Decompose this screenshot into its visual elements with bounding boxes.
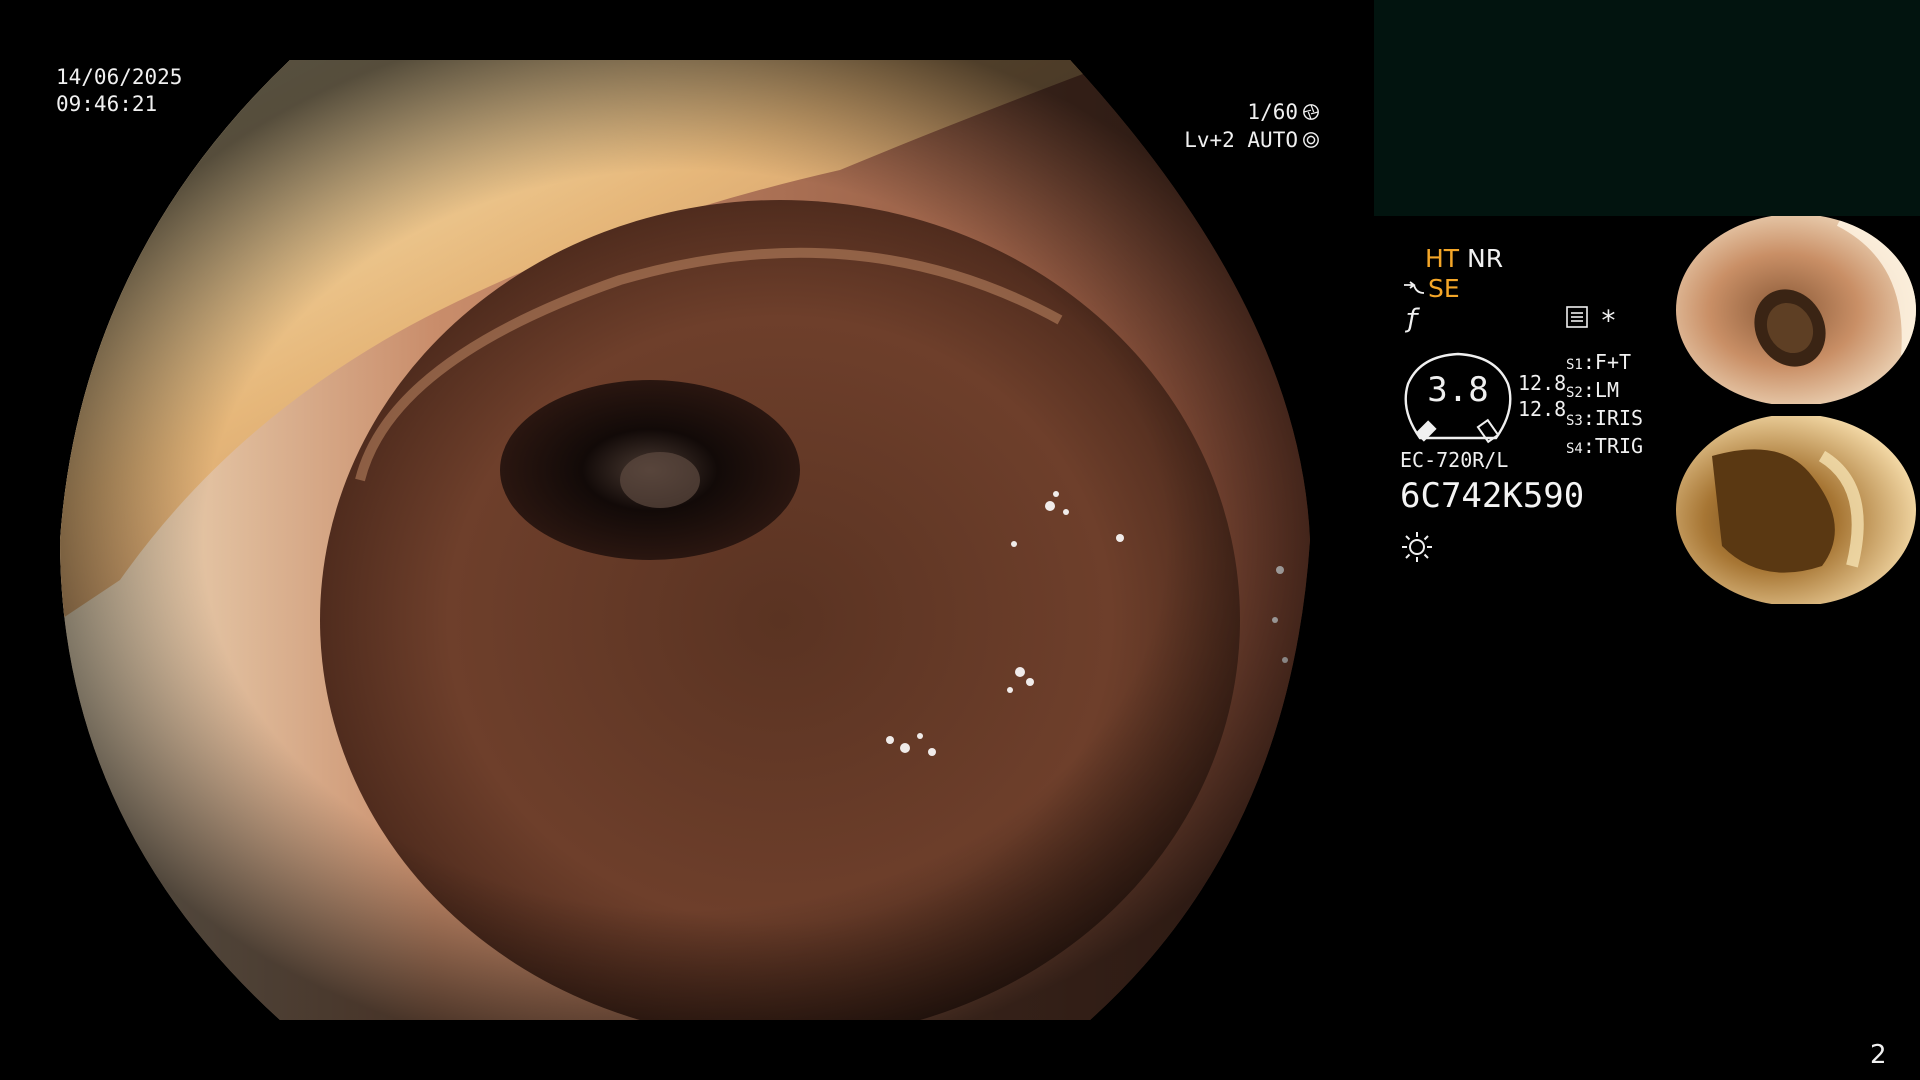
thumbnail-image-1[interactable] (1672, 216, 1920, 404)
se-label: SE (1428, 274, 1460, 303)
switch-key: S2 (1566, 385, 1583, 401)
enhancement-row: HT NR (1425, 244, 1503, 273)
page-number: 2 (1870, 1040, 1887, 1070)
switch-list: S1:F+T S2:LM S3:IRIS S4:TRIG (1566, 350, 1643, 462)
auto-iris-icon (1303, 132, 1319, 148)
asterisk-icon: * (1600, 304, 1617, 337)
switch-label: LM (1594, 378, 1619, 402)
level-text: Lv+2 AUTO (1184, 128, 1298, 152)
switch-row: S2:LM (1566, 378, 1619, 402)
value-2: 12.8 (1518, 397, 1567, 421)
scope-serial: 6C742K590 (1400, 476, 1585, 516)
gauge-value: 3.8 (1427, 370, 1489, 410)
switch-label: TRIG (1594, 434, 1644, 458)
endoscopic-image (60, 60, 1310, 1020)
switch-key: S4 (1566, 441, 1583, 457)
shutter-row: 1/60 (1160, 98, 1320, 126)
switch-row: S3:IRIS (1566, 406, 1644, 430)
scope-model: EC-720R/L (1400, 448, 1509, 472)
level-row: Lv+2 AUTO (1160, 126, 1320, 154)
date-text: 14/06/2025 (56, 65, 183, 89)
light-source-icon (1402, 532, 1432, 562)
freeze-icon: ƒ (1404, 304, 1420, 334)
time-text: 09:46:21 (56, 92, 158, 116)
ht-label: HT (1425, 244, 1460, 273)
switch-label: F+T (1594, 350, 1632, 374)
nr-label: NR (1467, 244, 1504, 273)
parameter-values: 12.8 12.8 (1518, 370, 1566, 422)
switch-row: S4:TRIG (1566, 434, 1644, 458)
value-1: 12.8 (1518, 371, 1567, 395)
menu-icon (1566, 306, 1588, 328)
timestamp: 14/06/2025 09:46:21 (56, 64, 182, 118)
scope-angle-icon (1404, 280, 1425, 294)
shutter-text: 1/60 (1247, 100, 1298, 124)
switch-key: S1 (1566, 357, 1583, 373)
exposure-info: 1/60 Lv+2 AUTO (1160, 98, 1320, 154)
aperture-icon (1303, 104, 1319, 120)
switch-key: S3 (1566, 413, 1583, 429)
se-row: SE (1402, 274, 1460, 303)
info-panel-header (1374, 0, 1920, 216)
switch-row: S1:F+T (1566, 350, 1632, 374)
switch-label: IRIS (1594, 406, 1644, 430)
thumbnail-image-2[interactable] (1672, 416, 1920, 604)
